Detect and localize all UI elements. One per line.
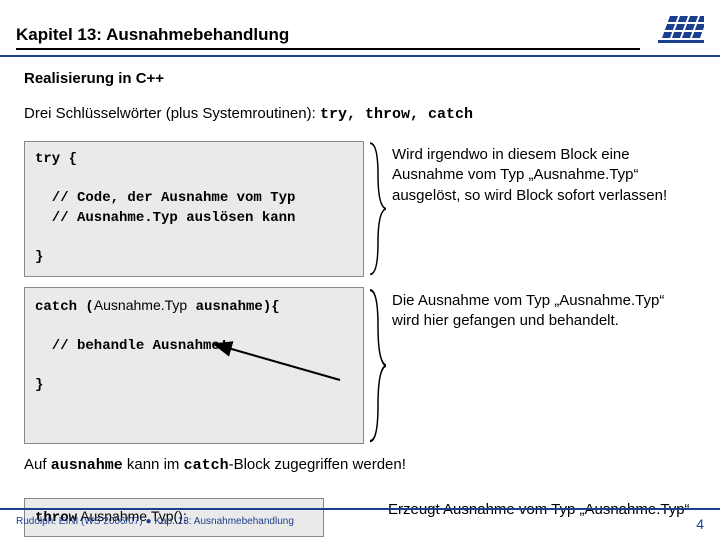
page-number: 4 — [696, 516, 704, 532]
slide-content: Realisierung in C++ Drei Schlüsselwörter… — [24, 70, 696, 537]
s-p1: Auf — [24, 456, 51, 473]
catch-explain: Die Ausnahme vom Typ „Ausnahme.Typ“ wird… — [392, 287, 696, 444]
catch-code-type: Ausnahme.Typ — [94, 297, 187, 313]
footer: Rudolph: EINI (WS 2006/07) ● Kap. 13: Au… — [16, 516, 704, 532]
footer-text: Rudolph: EINI (WS 2006/07) ● Kap. 13: Au… — [16, 516, 294, 532]
try-codebox: try { // Code, der Ausnahme vom Typ // A… — [24, 141, 364, 277]
logo — [658, 16, 704, 46]
s-p2: kann im — [123, 456, 184, 473]
intro-line: Drei Schlüsselwörter (plus Systemroutine… — [24, 105, 696, 123]
intro-keywords: try, throw, catch — [320, 106, 473, 123]
try-row: try { // Code, der Ausnahme vom Typ // A… — [24, 141, 696, 277]
s-c1: ausnahme — [51, 457, 123, 474]
slide: Kapitel 13: Ausnahmebehandlung Realisier… — [0, 0, 720, 540]
intro-text: Drei Schlüsselwörter (plus Systemroutine… — [24, 105, 320, 122]
header-rule — [0, 55, 720, 57]
subtitle: Realisierung in C++ — [24, 70, 696, 87]
s-c2: catch — [184, 457, 229, 474]
footer-rule — [0, 508, 720, 510]
catch-row: catch (Ausnahme.Typ ausnahme){ // behand… — [24, 287, 696, 444]
arrow-icon — [210, 340, 340, 380]
s-p3: -Block zugegriffen werden! — [229, 456, 406, 473]
brace-catch — [368, 287, 386, 444]
catch-codebox: catch (Ausnahme.Typ ausnahme){ // behand… — [24, 287, 364, 444]
try-explain: Wird irgendwo in diesem Block eine Ausna… — [392, 141, 696, 277]
access-sentence: Auf ausnahme kann im catch-Block zugegri… — [24, 456, 696, 474]
brace-try — [368, 141, 386, 277]
chapter-title: Kapitel 13: Ausnahmebehandlung — [16, 25, 640, 50]
catch-code-pre: catch ( — [35, 299, 94, 315]
